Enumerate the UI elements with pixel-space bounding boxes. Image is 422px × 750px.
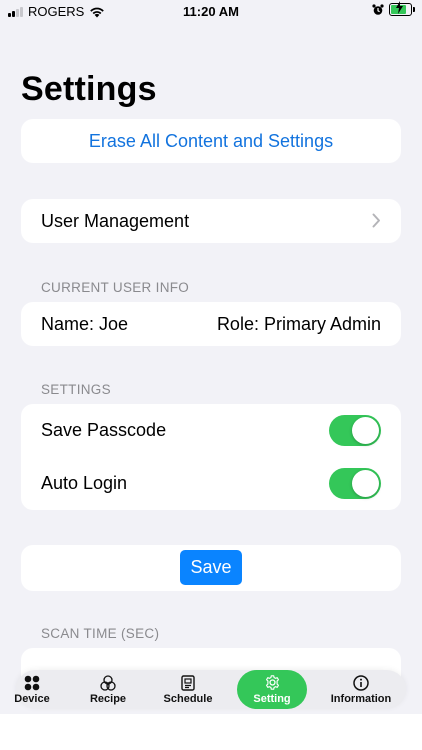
- save-passcode-toggle[interactable]: [329, 415, 381, 446]
- auto-login-label: Auto Login: [41, 473, 128, 493]
- info-icon: [353, 674, 369, 691]
- toggle-knob: [352, 470, 379, 497]
- save-card: Save: [21, 545, 401, 591]
- auto-login-row: Auto Login: [21, 457, 401, 510]
- user-management-card: User Management: [21, 199, 401, 243]
- user-management-row[interactable]: User Management: [21, 199, 401, 243]
- tab-recipe[interactable]: Recipe: [86, 670, 130, 709]
- status-time: 11:20 AM: [183, 4, 239, 19]
- toggle-knob: [352, 417, 379, 444]
- user-name: Name: Joe: [41, 313, 129, 334]
- tab-schedule[interactable]: Schedule: [163, 670, 213, 709]
- gear-icon: [265, 675, 279, 690]
- scan-time-header: SCAN TIME (SEC): [41, 626, 160, 641]
- settings-card: Save Passcode Auto Login: [21, 404, 401, 510]
- recipe-icon: [100, 674, 116, 691]
- device-grid-icon: [24, 675, 40, 690]
- current-user-info-card: Name: Joe Role: Primary Admin: [21, 302, 401, 346]
- chevron-right-icon: [372, 213, 380, 228]
- status-right: [372, 1, 415, 16]
- schedule-icon: [181, 674, 195, 691]
- save-passcode-row: Save Passcode: [21, 404, 401, 457]
- erase-card: Erase All Content and Settings: [21, 119, 401, 163]
- bottom-safe-area: [0, 714, 422, 750]
- tab-schedule-label: Schedule: [163, 692, 213, 705]
- tab-information-label: Information: [330, 692, 392, 705]
- tab-device[interactable]: Device: [12, 670, 52, 709]
- user-info-row: Name: Joe Role: Primary Admin: [21, 302, 401, 346]
- battery-icon: [389, 1, 415, 16]
- tab-setting-label: Setting: [253, 693, 291, 705]
- save-button[interactable]: Save: [180, 550, 242, 585]
- tab-bar: Device Recipe Schedule Setting Informati…: [14, 670, 406, 709]
- tab-recipe-label: Recipe: [89, 692, 127, 705]
- tab-information[interactable]: Information: [329, 670, 393, 709]
- tab-device-label: Device: [14, 692, 50, 705]
- alarm-icon: [372, 3, 384, 15]
- save-passcode-label: Save Passcode: [41, 420, 167, 440]
- erase-all-content-button[interactable]: Erase All Content and Settings: [21, 119, 401, 163]
- status-bar: ROGERS 11:20 AM: [0, 0, 422, 24]
- user-role: Role: Primary Admin: [216, 313, 381, 334]
- tab-setting[interactable]: Setting: [237, 670, 307, 709]
- page-title: Settings: [21, 70, 157, 108]
- current-user-info-header: CURRENT USER INFO: [41, 280, 190, 295]
- settings-header: SETTINGS: [41, 382, 111, 397]
- user-management-label: User Management: [41, 210, 190, 231]
- auto-login-toggle[interactable]: [329, 468, 381, 499]
